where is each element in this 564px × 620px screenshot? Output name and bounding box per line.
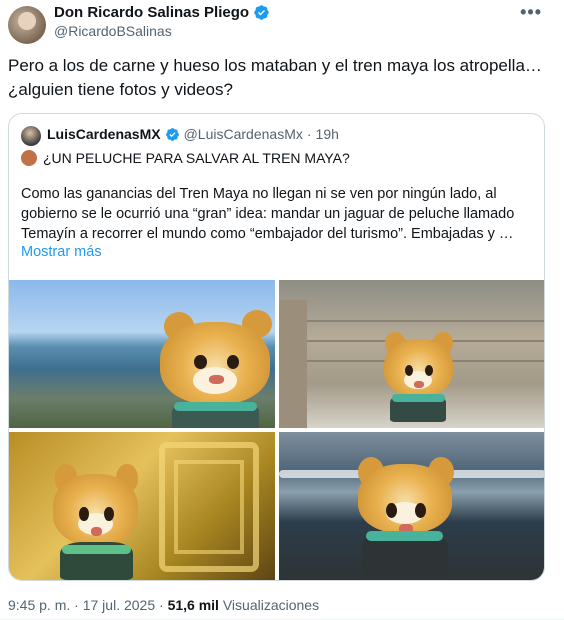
separator-dot: · <box>306 126 312 142</box>
quoted-body-line: Temayín a recorrer el mundo como “embaja… <box>21 226 514 242</box>
quoted-tweet[interactable]: LuisCardenasMX @LuisCardenasMx · 19h ¿UN… <box>8 113 545 581</box>
quoted-title: ¿UN PELUCHE PARA SALVAR AL TREN MAYA? <box>43 150 350 166</box>
quoted-body-line: Como las ganancias del Tren Maya no lleg… <box>21 186 497 202</box>
verified-badge-icon <box>165 127 179 141</box>
jaguar-plush <box>351 454 461 580</box>
quoted-author-avatar <box>21 126 41 146</box>
quoted-time: 19h <box>315 126 339 142</box>
tweet-time[interactable]: 9:45 p. m. <box>8 597 70 613</box>
author-display-name[interactable]: Don Ricardo Salinas Pliego <box>54 4 249 21</box>
quoted-display-name: LuisCardenasMX <box>47 126 161 142</box>
author-avatar[interactable] <box>8 6 46 44</box>
photo-jaguar-beach[interactable] <box>279 432 544 580</box>
tweet-text-line: ¿alguien tiene fotos y videos? <box>8 80 233 99</box>
separator-dot: · <box>74 597 79 613</box>
tweet-text: Pero a los de carne y hueso los mataban … <box>8 54 548 102</box>
views-count: 51,6 mil <box>167 597 219 613</box>
author-handle[interactable]: @RicardoBSalinas <box>54 23 172 39</box>
more-options-icon[interactable]: ••• <box>520 2 542 23</box>
quoted-body: Como las ganancias del Tren Maya no lleg… <box>21 184 536 244</box>
jaguar-plush <box>49 462 144 580</box>
show-more-link[interactable]: Mostrar más <box>21 244 102 260</box>
red-circle-emoji-icon <box>21 150 37 166</box>
tweet-date[interactable]: 17 jul. 2025 <box>83 597 155 613</box>
jaguar-plush <box>154 310 275 428</box>
quoted-title-row: ¿UN PELUCHE PARA SALVAR AL TREN MAYA? <box>21 150 350 166</box>
separator-dot: · <box>159 597 164 613</box>
views-label: Visualizaciones <box>222 597 320 613</box>
tweet-footer: 9:45 p. m. · 17 jul. 2025 · 51,6 mil Vis… <box>8 597 319 613</box>
quoted-body-line: gobierno se le ocurrió una “gran” idea: … <box>21 206 515 222</box>
author-name-row: Don Ricardo Salinas Pliego <box>54 4 270 21</box>
photo-jaguar-coastal-city[interactable] <box>9 280 275 428</box>
verified-badge-icon <box>254 5 269 20</box>
quoted-handle: @LuisCardenasMx <box>183 126 303 142</box>
jaguar-plush <box>379 330 459 422</box>
photo-jaguar-golden-panel[interactable] <box>9 432 275 580</box>
photo-jaguar-amphitheater[interactable] <box>279 280 544 428</box>
quoted-header: LuisCardenasMX @LuisCardenasMx · 19h <box>47 126 339 142</box>
tweet-text-line: Pero a los de carne y hueso los mataban … <box>8 56 542 75</box>
